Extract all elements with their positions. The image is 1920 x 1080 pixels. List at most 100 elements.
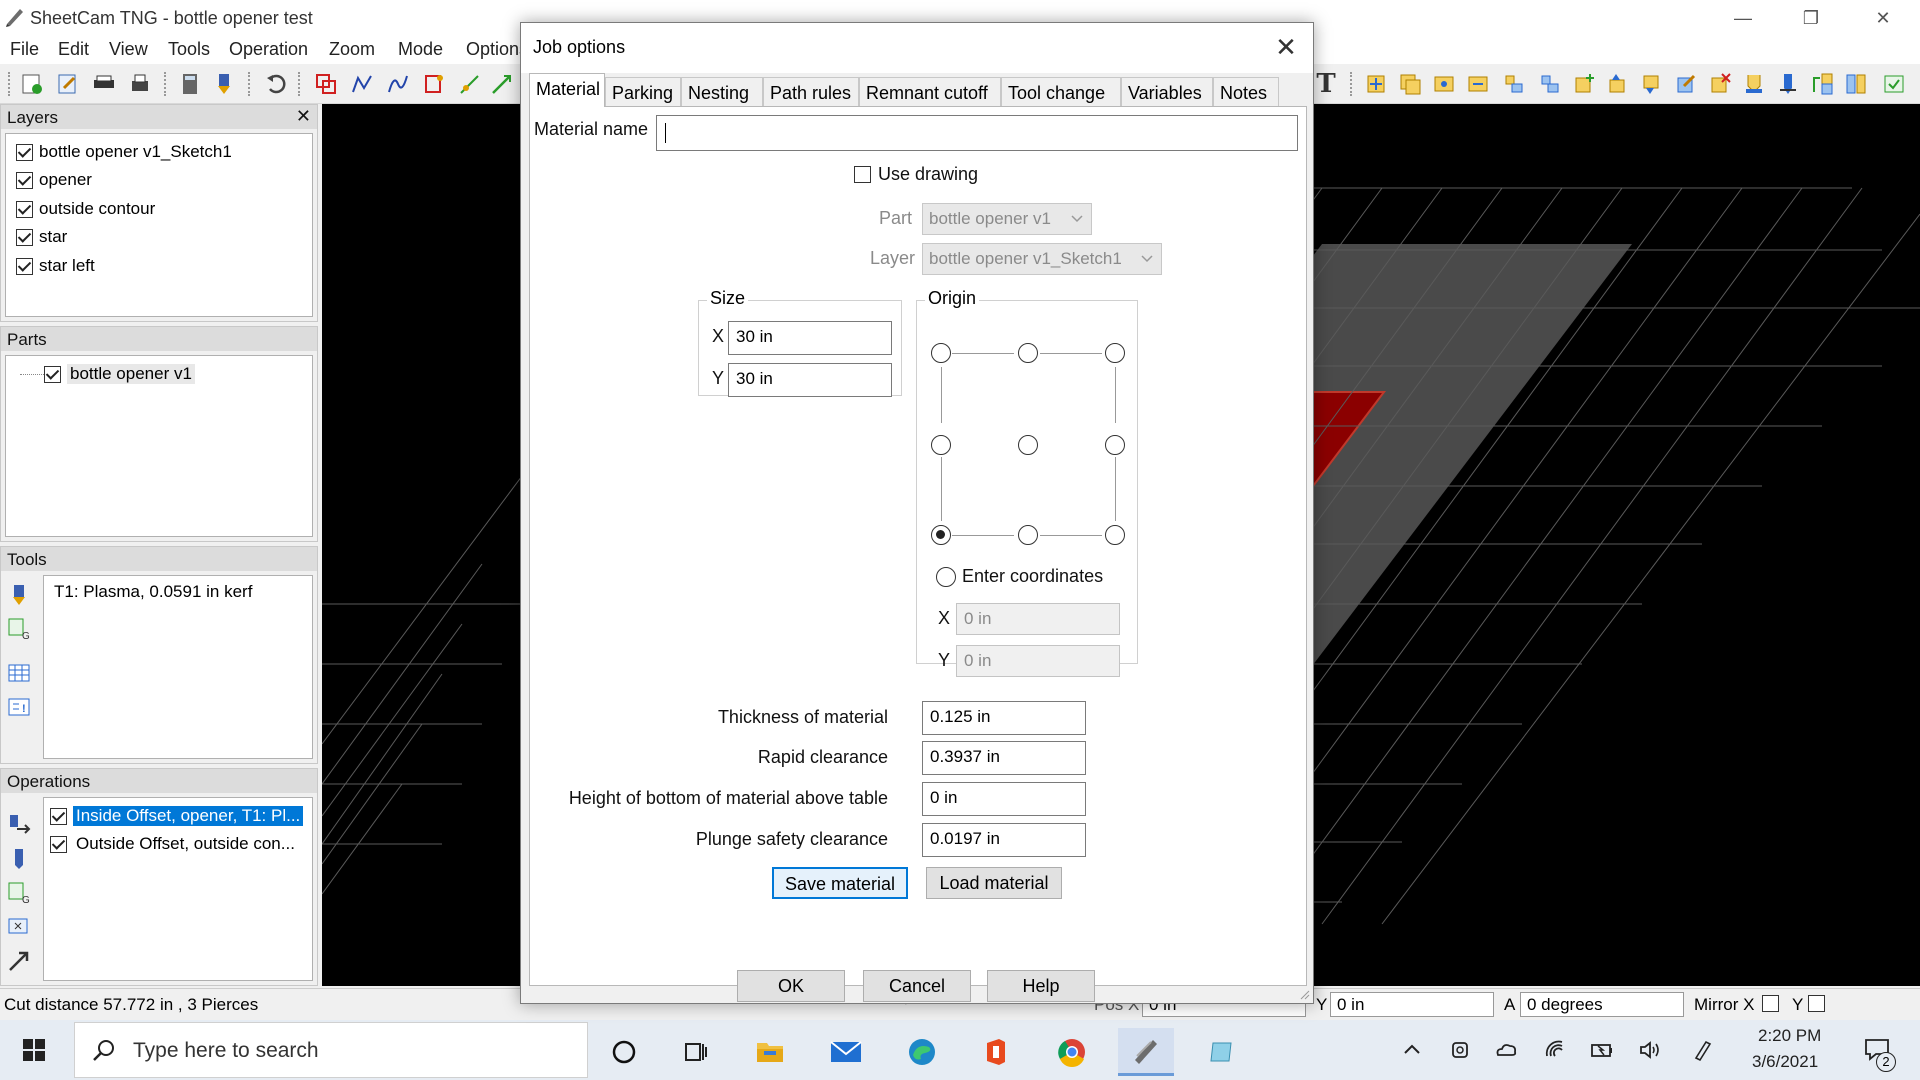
- cortana-icon[interactable]: [596, 1028, 652, 1076]
- operation-delete-icon[interactable]: [1706, 70, 1734, 98]
- operation-item[interactable]: Inside Offset, opener, T1: Pl...: [50, 804, 304, 828]
- menu-tools[interactable]: Tools: [168, 39, 210, 60]
- pos-y-field[interactable]: 0 in: [1330, 992, 1494, 1017]
- tool-table-icon[interactable]: [7, 661, 31, 685]
- new-job-icon[interactable]: [18, 70, 46, 98]
- tab-nesting[interactable]: Nesting: [681, 77, 763, 107]
- plasma-tool-icon[interactable]: [7, 583, 31, 607]
- add-operation-icon[interactable]: [1362, 70, 1390, 98]
- close-window-button[interactable]: ✕: [1860, 4, 1906, 32]
- part-checkbox[interactable]: [44, 365, 61, 383]
- clock-time[interactable]: 2:20 PM: [1758, 1026, 1821, 1046]
- operation-settings-icon[interactable]: [1430, 70, 1458, 98]
- post-process-icon[interactable]: [1880, 70, 1908, 98]
- tool-item[interactable]: T1: Plasma, 0.0591 in kerf: [54, 580, 252, 604]
- undo-icon[interactable]: [262, 70, 290, 98]
- origin-middle-left-radio[interactable]: [931, 435, 951, 455]
- curve-path-icon[interactable]: [384, 70, 412, 98]
- rapid-clearance-input[interactable]: 0.3937 in: [922, 741, 1086, 775]
- operation-add-icon[interactable]: [1570, 70, 1598, 98]
- path-edit-icon[interactable]: [348, 70, 376, 98]
- calculator-icon[interactable]: [176, 70, 204, 98]
- origin-middle-right-radio[interactable]: [1105, 435, 1125, 455]
- operation-ordering-icon[interactable]: [1808, 70, 1836, 98]
- use-drawing-checkbox[interactable]: [854, 166, 871, 183]
- chrome-browser-icon[interactable]: [1044, 1028, 1100, 1076]
- onedrive-icon[interactable]: [1494, 1038, 1518, 1062]
- part-select[interactable]: bottle opener v1: [922, 203, 1092, 235]
- print-preview-icon[interactable]: [90, 70, 118, 98]
- layer-checkbox[interactable]: [16, 143, 33, 161]
- layer-item[interactable]: star left: [16, 254, 95, 278]
- start-point-icon[interactable]: [420, 70, 448, 98]
- enter-coordinates-radio[interactable]: [936, 567, 956, 587]
- lead-in-icon[interactable]: [456, 70, 484, 98]
- operation-item[interactable]: Outside Offset, outside con...: [50, 832, 298, 856]
- operation-tool-icon[interactable]: [7, 847, 31, 871]
- print-icon[interactable]: [126, 70, 154, 98]
- show-hidden-icons-icon[interactable]: [1400, 1038, 1424, 1062]
- layer-item[interactable]: bottle opener v1_Sketch1: [16, 140, 232, 164]
- size-x-input[interactable]: 30 in: [728, 321, 892, 355]
- plasma-tool-icon[interactable]: [210, 70, 238, 98]
- mirror-y-checkbox[interactable]: [1808, 995, 1825, 1012]
- gcode-tool-icon[interactable]: G: [7, 617, 31, 641]
- origin-top-right-radio[interactable]: [1105, 343, 1125, 363]
- origin-bottom-right-radio[interactable]: [1105, 525, 1125, 545]
- pen-workspace-icon[interactable]: [1692, 1038, 1716, 1062]
- mirror-x-checkbox[interactable]: [1762, 995, 1779, 1012]
- volume-icon[interactable]: [1638, 1038, 1662, 1062]
- menu-view[interactable]: View: [109, 39, 148, 60]
- cancel-button[interactable]: Cancel: [863, 970, 971, 1002]
- ok-button[interactable]: OK: [737, 970, 845, 1002]
- windows-start-icon[interactable]: [22, 1038, 46, 1062]
- operation-move-icon[interactable]: [1464, 70, 1492, 98]
- origin-x-input[interactable]: 0 in: [956, 603, 1120, 635]
- resize-grip-icon[interactable]: [1299, 989, 1311, 1001]
- size-y-input[interactable]: 30 in: [728, 363, 892, 397]
- operation-table-icon[interactable]: [1536, 70, 1564, 98]
- operation-list-icon[interactable]: [1500, 70, 1528, 98]
- menu-operation[interactable]: Operation: [229, 39, 308, 60]
- layer-checkbox[interactable]: [16, 171, 33, 189]
- restore-button[interactable]: ❐: [1788, 4, 1834, 32]
- load-material-button[interactable]: Load material: [926, 867, 1062, 899]
- tab-path-rules[interactable]: Path rules: [763, 77, 859, 107]
- menu-mode[interactable]: Mode: [398, 39, 443, 60]
- layer-checkbox[interactable]: [16, 257, 33, 275]
- layer-checkbox[interactable]: [16, 200, 33, 218]
- origin-top-center-radio[interactable]: [1018, 343, 1038, 363]
- operation-tool-icon[interactable]: [1740, 70, 1768, 98]
- meet-now-icon[interactable]: [1448, 1038, 1472, 1062]
- wifi-icon[interactable]: [1544, 1038, 1568, 1062]
- operation-edit-icon[interactable]: [1672, 70, 1700, 98]
- office-icon[interactable]: [968, 1028, 1024, 1076]
- close-panel-icon[interactable]: ✕: [296, 106, 311, 127]
- origin-center-radio[interactable]: [1018, 435, 1038, 455]
- file-explorer-icon[interactable]: [742, 1028, 798, 1076]
- thickness-input[interactable]: 0.125 in: [922, 701, 1086, 735]
- origin-top-left-radio[interactable]: [931, 343, 951, 363]
- mail-icon[interactable]: [818, 1028, 874, 1076]
- menu-file[interactable]: File: [10, 39, 39, 60]
- help-button[interactable]: Help: [987, 970, 1095, 1002]
- bottom-height-input[interactable]: 0 in: [922, 782, 1086, 816]
- other-app-icon[interactable]: [1194, 1028, 1250, 1076]
- origin-bottom-left-radio[interactable]: [931, 525, 951, 545]
- edit-job-icon[interactable]: [54, 70, 82, 98]
- tab-notes[interactable]: Notes: [1213, 77, 1279, 107]
- layer-item[interactable]: outside contour: [16, 197, 155, 221]
- origin-y-input[interactable]: 0 in: [956, 645, 1120, 677]
- gcode-operation-icon[interactable]: G: [7, 881, 31, 905]
- tab-variables[interactable]: Variables: [1121, 77, 1213, 107]
- taskbar-search-box[interactable]: Type here to search: [74, 1022, 588, 1078]
- part-item[interactable]: bottle opener v1: [44, 362, 195, 386]
- operation-down-icon[interactable]: [1638, 70, 1666, 98]
- minimize-button[interactable]: —: [1720, 4, 1766, 32]
- operation-checkbox[interactable]: [50, 835, 67, 853]
- sheetcam-taskbar-icon[interactable]: [1118, 1028, 1174, 1076]
- operation-split-icon[interactable]: [1842, 70, 1870, 98]
- nest-parts-icon[interactable]: [312, 70, 340, 98]
- layer-checkbox[interactable]: [16, 228, 33, 246]
- text-tool-icon[interactable]: T: [1312, 69, 1340, 99]
